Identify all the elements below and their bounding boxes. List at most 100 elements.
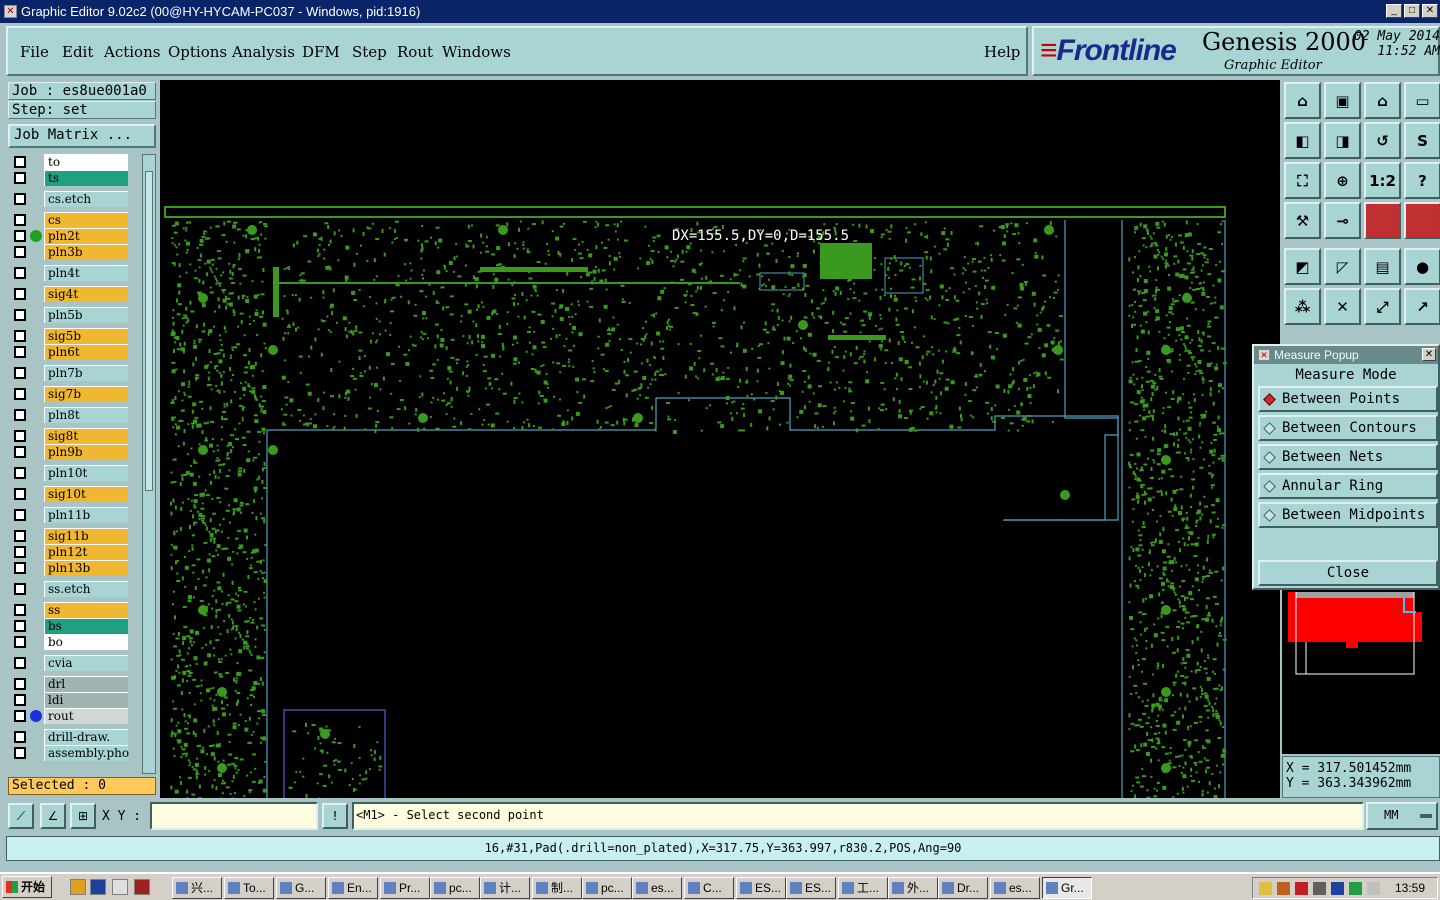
layer-checkbox[interactable] [14, 409, 26, 421]
tray-ch-icon[interactable] [1331, 882, 1344, 895]
quick-launch-icon[interactable] [90, 879, 106, 895]
menu-options[interactable]: Options [168, 43, 227, 61]
minimize-button[interactable]: _ [1386, 4, 1402, 18]
layer-name[interactable]: bs [44, 618, 128, 634]
layer-row-sig4t[interactable]: sig4t [8, 286, 140, 302]
layer-red-2-icon[interactable] [1404, 202, 1440, 239]
taskbar-item[interactable]: Pr... [380, 877, 430, 899]
layer-checkbox[interactable] [14, 657, 26, 669]
layer-row-pln6t[interactable]: pln6t [8, 344, 140, 360]
menu-edit[interactable]: Edit [62, 43, 93, 61]
taskbar-item[interactable]: 计... [480, 877, 530, 899]
save-icon[interactable]: ▣ [1324, 82, 1361, 119]
measure-option-between-contours[interactable]: Between Contours [1258, 415, 1438, 441]
measure-option-between-nets[interactable]: Between Nets [1258, 444, 1438, 470]
layer-row-sig11b[interactable]: sig11b [8, 528, 140, 544]
one-to-one-icon[interactable]: 1:2 [1364, 162, 1401, 199]
layer-row-bo[interactable]: bo [8, 634, 140, 650]
layer-checkbox[interactable] [14, 193, 26, 205]
layer-row-to[interactable]: to [8, 154, 140, 170]
menu-windows[interactable]: Windows [442, 43, 511, 61]
layer-checkbox[interactable] [14, 246, 26, 258]
step-right-icon[interactable]: ◨ [1324, 122, 1361, 159]
layer-name[interactable]: pln10t [44, 465, 128, 481]
layer-name[interactable]: pln11b [44, 507, 128, 523]
taskbar-item[interactable]: 兴... [172, 877, 222, 899]
measure-option-between-points[interactable]: Between Points [1258, 386, 1438, 412]
menu-step[interactable]: Step [352, 43, 387, 61]
layer-checkbox[interactable] [14, 562, 26, 574]
layer-name[interactable]: sig5b [44, 328, 128, 344]
layer-checkbox[interactable] [14, 172, 26, 184]
snap-icon[interactable]: ⟋ [8, 803, 34, 829]
layer-checkbox[interactable] [14, 694, 26, 706]
taskbar-item[interactable]: G... [276, 877, 326, 899]
layer-name[interactable]: cs.etch [44, 191, 128, 207]
s-curve-icon[interactable]: S [1404, 122, 1440, 159]
layer-row-pln5b[interactable]: pln5b [8, 307, 140, 323]
layer-scrollbar[interactable] [142, 154, 156, 774]
layer-checkbox[interactable] [14, 288, 26, 300]
layer-name[interactable]: ss [44, 602, 128, 618]
measure-red-icon[interactable]: ⤢ [1364, 288, 1401, 325]
tray-clock-icon[interactable] [1313, 882, 1326, 895]
pin-icon[interactable]: ◩ [1284, 248, 1321, 285]
menu-dfm[interactable]: DFM [302, 43, 340, 61]
maximize-button[interactable]: □ [1404, 4, 1420, 18]
layer-row-cvia[interactable]: cvia [8, 655, 140, 671]
layer-name[interactable]: pln9b [44, 444, 128, 460]
layer-name[interactable]: assembly.pho [44, 745, 129, 761]
layer-row-cs.etch[interactable]: cs.etch [8, 191, 140, 207]
edit-red-icon[interactable]: ◸ [1324, 248, 1361, 285]
layer-checkbox[interactable] [14, 546, 26, 558]
layer-row-ss.etch[interactable]: ss.etch [8, 581, 140, 597]
close-button[interactable]: ✕ [1422, 4, 1438, 18]
menu-analysis[interactable]: Analysis [232, 43, 295, 61]
layer-row-ts[interactable]: ts [8, 170, 140, 186]
building-icon[interactable]: ⌂ [1364, 82, 1401, 119]
layer-row-pln8t[interactable]: pln8t [8, 407, 140, 423]
layer-name[interactable]: pln13b [44, 560, 128, 576]
taskbar-item[interactable]: En... [328, 877, 378, 899]
layer-row-sig8t[interactable]: sig8t [8, 428, 140, 444]
menu-help[interactable]: Help [984, 43, 1020, 61]
step-left-icon[interactable]: ◧ [1284, 122, 1321, 159]
layer-checkbox[interactable] [14, 747, 26, 759]
layer-checkbox[interactable] [14, 620, 26, 632]
tray-person-icon[interactable] [1367, 882, 1380, 895]
taskbar-item[interactable]: pc... [430, 877, 480, 899]
layer-row-assembly.pho[interactable]: assembly.pho [8, 745, 140, 761]
layer-checkbox[interactable] [14, 346, 26, 358]
layer-checkbox[interactable] [14, 309, 26, 321]
help-icon[interactable]: ? [1404, 162, 1440, 199]
taskbar-item[interactable]: Gr... [1042, 877, 1092, 899]
taskbar-item[interactable]: es... [990, 877, 1040, 899]
menu-file[interactable]: File [20, 43, 49, 61]
layer-row-pln3b[interactable]: pln3b [8, 244, 140, 260]
layer-row-sig7b[interactable]: sig7b [8, 386, 140, 402]
layer-row-bs[interactable]: bs [8, 618, 140, 634]
layer-name[interactable]: drl [44, 676, 128, 692]
measure-option-between-midpoints[interactable]: Between Midpoints [1258, 502, 1438, 528]
layer-checkbox[interactable] [14, 156, 26, 168]
layer-name[interactable]: sig8t [44, 428, 128, 444]
net-blue-icon[interactable]: ⁂ [1284, 288, 1321, 325]
quick-launch-icon[interactable] [70, 879, 86, 895]
layer-row-pln2t[interactable]: pln2t [8, 228, 140, 244]
layer-row-pln13b[interactable]: pln13b [8, 560, 140, 576]
layer-name[interactable]: sig7b [44, 386, 128, 402]
layer-checkbox[interactable] [14, 446, 26, 458]
layer-checkbox[interactable] [14, 330, 26, 342]
job-matrix-button[interactable]: Job Matrix ... [8, 124, 156, 148]
layer-row-sig5b[interactable]: sig5b [8, 328, 140, 344]
layer-checkbox[interactable] [14, 467, 26, 479]
layer-name[interactable]: pln5b [44, 307, 128, 323]
layer-name[interactable]: ss.etch [44, 581, 128, 597]
ruler-icon[interactable]: ▤ [1364, 248, 1401, 285]
taskbar-item[interactable]: To... [224, 877, 274, 899]
layer-checkbox[interactable] [14, 509, 26, 521]
circle-icon[interactable]: ● [1404, 248, 1440, 285]
tray-tool-icon[interactable] [1277, 882, 1290, 895]
taskbar-item[interactable]: ES... [736, 877, 786, 899]
probe-icon[interactable]: ⊸ [1324, 202, 1361, 239]
